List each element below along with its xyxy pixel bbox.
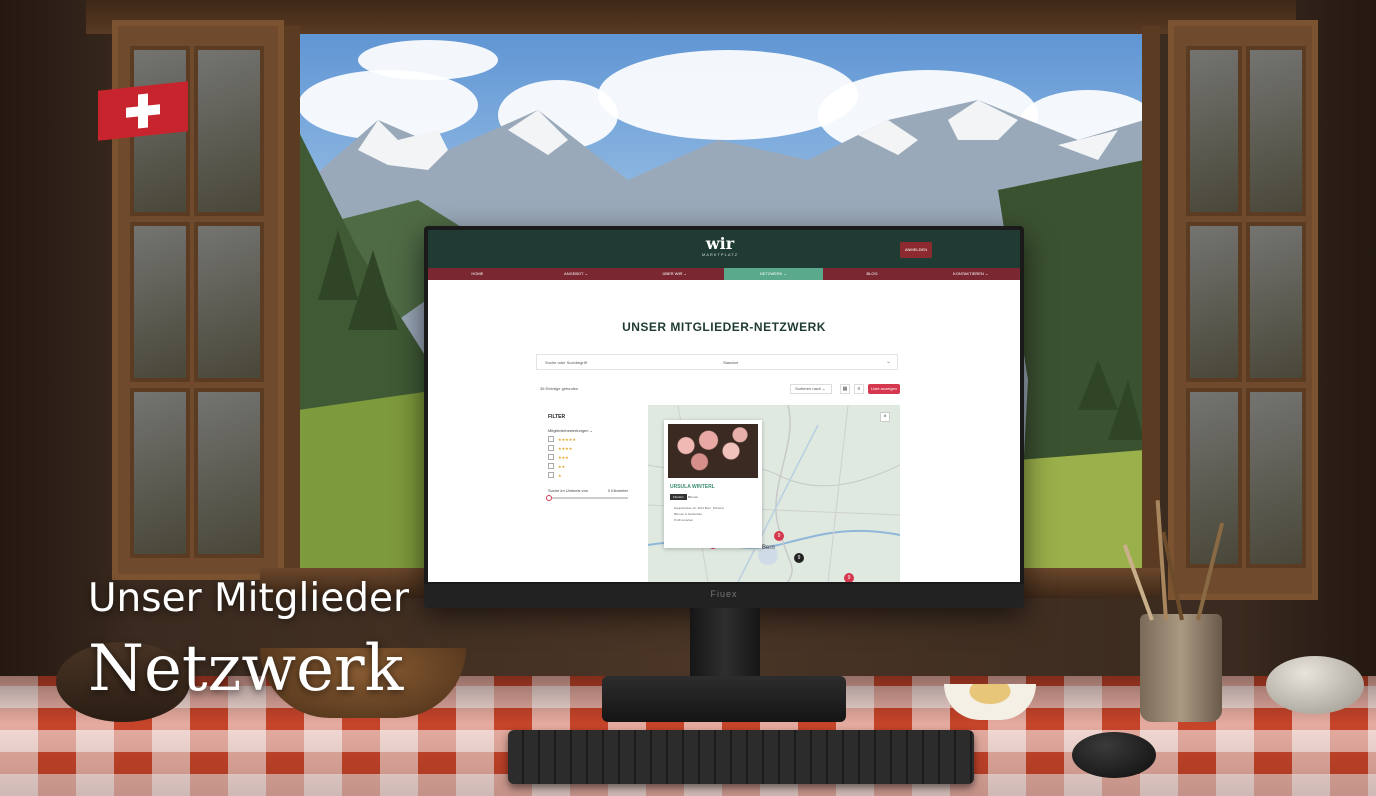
right-casement-window <box>1168 20 1318 600</box>
main-navigation: HOME ANGEBOT ⌄ ÜBER WIR ⌄ NETZWERK ⌄ BLO… <box>428 268 1020 280</box>
rating-option[interactable]: ★★ <box>548 463 632 469</box>
checkbox[interactable] <box>548 472 554 478</box>
page-title: UNSER MITGLIEDER-NETZWERK <box>622 320 826 334</box>
rating-option[interactable]: ★★★★★ <box>548 436 632 442</box>
results-count: 36 Einträge gefunden <box>540 386 579 391</box>
overlay-title-line1: Unser Mitglieder <box>88 576 409 621</box>
location-select[interactable]: Standort <box>723 360 738 365</box>
swiss-flag-icon <box>98 81 188 141</box>
nav-item-blog[interactable]: BLOG <box>823 268 922 280</box>
filter-title: FILTER <box>548 414 566 420</box>
distance-slider[interactable] <box>546 495 628 501</box>
map-pin[interactable]: 9 <box>844 573 854 582</box>
login-button[interactable]: ANMELDEN <box>900 242 932 258</box>
site-logo[interactable]: wir MARKTPLATZ <box>690 234 750 258</box>
show-list-button[interactable]: Liste anzeigen <box>868 384 900 394</box>
member-profile-link[interactable]: Profil ansehen <box>674 518 693 522</box>
nav-item-netzwerk[interactable]: NETZWERK ⌄ <box>724 268 823 280</box>
checkbox[interactable] <box>548 445 554 451</box>
grid-view-icon[interactable]: ▦ <box>840 384 850 394</box>
monitor-chin: Fiuex <box>424 584 1024 608</box>
scene: Fiuex wir MARKTPLATZ ANMELDEN HOME ANGEB… <box>0 0 1376 796</box>
mouse <box>1072 732 1156 778</box>
rating-filter-label[interactable]: Mitgliederbewertungen ⌄ <box>548 428 632 433</box>
nav-item-home[interactable]: HOME <box>428 268 527 280</box>
nav-item-angebot[interactable]: ANGEBOT ⌄ <box>527 268 626 280</box>
member-category: Blumen <box>688 495 699 499</box>
search-bar[interactable]: Suche oder Suchbegriff Standort ⌄ <box>536 354 898 370</box>
map-city-label: Bern <box>762 545 775 551</box>
checkbox[interactable] <box>548 436 554 442</box>
nav-item-ueber-wir[interactable]: ÜBER WIR ⌄ <box>625 268 724 280</box>
rating-option[interactable]: ★★★ <box>548 454 632 460</box>
member-specialty: Blumen & Gartenbau <box>674 512 703 516</box>
chevron-down-icon[interactable]: ⌄ <box>886 358 891 365</box>
slider-handle[interactable] <box>546 495 552 501</box>
sort-dropdown[interactable]: Sortieren nach ⌄ <box>790 384 832 394</box>
nav-item-kontakt[interactable]: KONTAKTIEREN ⌄ <box>921 268 1020 280</box>
close-icon[interactable]: × <box>880 412 890 422</box>
window-frame-left <box>282 26 300 586</box>
member-photo <box>668 424 758 478</box>
keyboard <box>508 730 974 784</box>
logo-subtitle: MARKTPLATZ <box>701 252 739 257</box>
member-name[interactable]: URSULA WINTERL <box>670 484 715 490</box>
search-input[interactable]: Suche oder Suchbegriff <box>545 360 587 365</box>
member-tag: Floristin <box>670 494 687 500</box>
member-card[interactable]: URSULA WINTERL Floristin Blumen Hauptstr… <box>664 420 762 548</box>
distance-filter-label: Suche im Umkreis von 0 Kilometer <box>548 488 628 493</box>
stone-ornament <box>1266 656 1364 714</box>
checkbox[interactable] <box>548 463 554 469</box>
monitor-brand: Fiuex <box>710 589 738 599</box>
member-address: Hauptstrasse 12, 3011 Bern, Schweiz <box>674 506 724 510</box>
rating-option[interactable]: ★★★★ <box>548 445 632 451</box>
logo-text: wir <box>705 234 735 253</box>
map-pin[interactable]: 9 <box>774 531 784 541</box>
checkbox[interactable] <box>548 454 554 460</box>
website-screen: wir MARKTPLATZ ANMELDEN HOME ANGEBOT ⌄ Ü… <box>428 230 1020 582</box>
brush-cup <box>1140 614 1222 722</box>
monitor-base <box>602 676 846 722</box>
filter-panel: FILTER Mitgliederbewertungen ⌄ ★★★★★ ★★★… <box>540 406 632 516</box>
rating-option[interactable]: ★ <box>548 472 632 478</box>
list-view-icon[interactable]: ≡ <box>854 384 864 394</box>
overlay-title-line2: Netzwerk <box>88 632 404 706</box>
map-pin[interactable]: 9 <box>794 553 804 563</box>
site-header: wir MARKTPLATZ ANMELDEN <box>428 230 1020 268</box>
